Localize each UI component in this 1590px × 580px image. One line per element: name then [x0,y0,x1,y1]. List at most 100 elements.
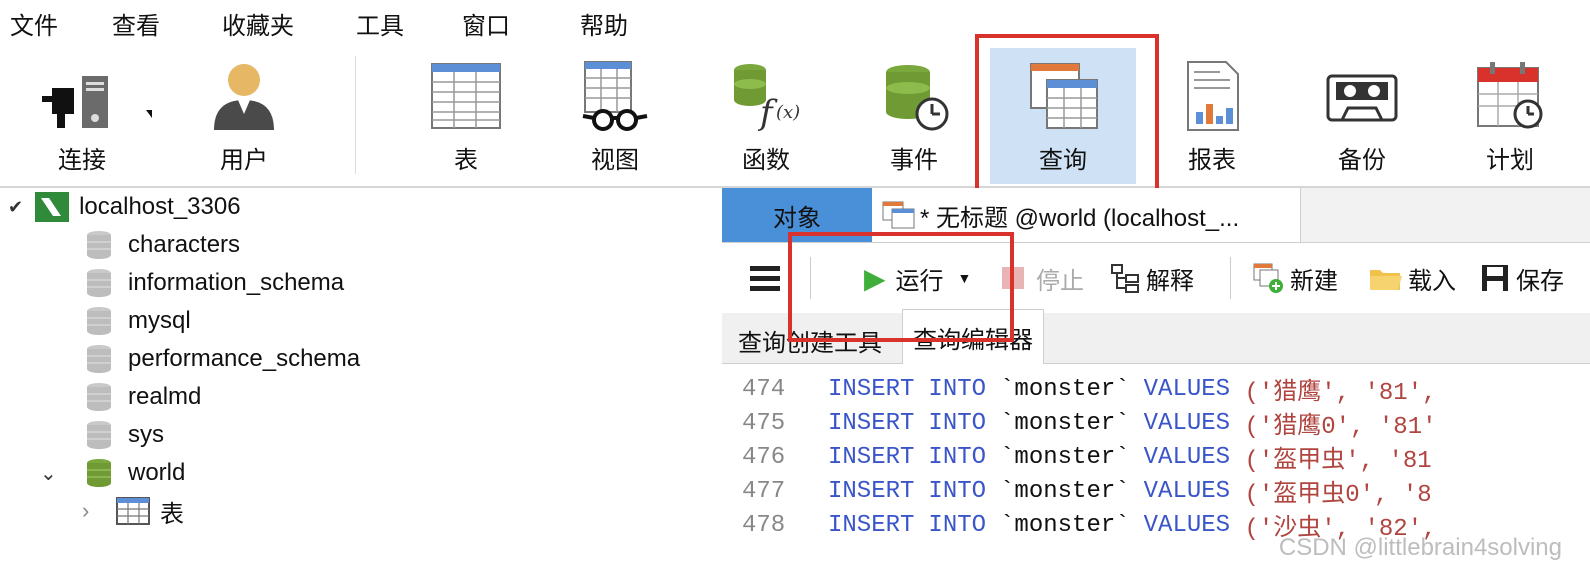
play-icon: ▶ [864,262,886,294]
new-query-button[interactable]: 新建 [1252,243,1338,313]
caret-down-icon[interactable]: ▼ [958,270,972,286]
run-button[interactable]: ▶ 运行 ▼ [864,243,971,313]
chevron-right-icon[interactable]: › [82,498,116,524]
save-button[interactable]: 保存 [1480,243,1564,313]
function-button[interactable]: f (x) 函数 [696,48,836,184]
backup-icon [1326,74,1398,122]
event-button[interactable]: 事件 [844,48,984,184]
save-label: 保存 [1516,267,1564,295]
sql-keyword: INTO [928,443,987,471]
main-toolbar: 连接 用户 表 视图 f (x) 函数 事件 查询 报表 备份 计划 [0,48,1590,188]
backup-button[interactable]: 备份 [1292,48,1432,184]
db-label: world [128,459,186,486]
schedule-button[interactable]: 计划 [1440,48,1580,184]
menu-view[interactable]: 查看 [112,6,160,41]
menu-file[interactable]: 文件 [10,6,58,41]
sql-keyword: INSERT [828,375,915,403]
tab-objects[interactable]: 对象 [722,188,872,242]
toolbar-separator [810,257,811,299]
tree-db-world[interactable]: ⌄ world [40,454,185,492]
code-line: 477 INSERT INTO `monster` VALUES ('盔甲虫0'… [722,474,1432,510]
function-label: 函数 [742,147,790,174]
tree-db-characters[interactable]: characters [86,226,240,264]
query-toolbar: ▶ 运行 ▼ 停止 解释 新建 载入 保存 [722,243,1590,313]
sql-values: ('猎鹰', '81', [1230,380,1437,407]
tree-connection[interactable]: ✔ localhost_3306 [8,188,241,226]
toolbar-separator [355,56,356,174]
tab-bar: 对象 * 无标题 @world (localhost_... [722,188,1590,243]
line-number: 477 [742,477,786,505]
plug-icon [42,76,152,128]
tree-db-information-schema[interactable]: information_schema [86,264,344,302]
svg-text:f: f [757,93,778,133]
view-label: 视图 [591,147,639,174]
explain-icon [1111,264,1139,293]
database-green-icon [87,459,111,487]
sql-values: ('猎鹰0', '81' [1230,414,1437,441]
stop-button[interactable]: 停止 [1002,243,1084,313]
tree-db-realmd[interactable]: realmd [86,378,201,416]
hamburger-menu-button[interactable] [750,243,780,313]
mysql-connection-icon [35,192,70,222]
db-label: information_schema [128,269,345,296]
sql-table-name: `monster` [1000,409,1130,437]
tree-db-mysql[interactable]: mysql [86,302,191,340]
new-query-icon [1253,263,1283,293]
new-label: 新建 [1290,267,1338,295]
save-icon [1482,265,1508,291]
query-panel: 对象 * 无标题 @world (localhost_... ▶ 运行 ▼ 停止 [722,188,1590,580]
line-number: 478 [742,511,786,539]
connect-button[interactable]: 连接 [12,48,152,184]
user-button[interactable]: 用户 [174,48,314,184]
report-icon [1187,61,1239,131]
sql-keyword: VALUES [1143,477,1231,505]
sql-table-name: `monster` [1000,511,1130,539]
line-number: 476 [742,443,786,471]
backup-label: 备份 [1338,147,1386,174]
table-label: 表 [454,147,478,174]
sql-keyword: INTO [928,409,987,437]
sql-keyword: INTO [928,511,987,539]
menu-window[interactable]: 窗口 [462,6,510,41]
sql-table-name: `monster` [1000,443,1130,471]
query-label: 查询 [1039,147,1087,174]
load-button[interactable]: 载入 [1368,243,1456,313]
tab-query-label: * 无标题 @world (localhost_... [920,204,1240,232]
tab-query-untitled[interactable]: * 无标题 @world (localhost_... [872,188,1301,242]
menu-help[interactable]: 帮助 [580,6,628,41]
sql-keyword: INTO [928,477,987,505]
database-icon [87,307,111,335]
tree-db-sys[interactable]: sys [86,416,164,454]
connect-label: 连接 [58,147,106,174]
view-button[interactable]: 视图 [545,48,685,184]
db-label: sys [128,421,164,448]
database-icon [87,383,111,411]
connection-label: localhost_3306 [79,193,241,220]
tree-tables[interactable]: › 表 [82,492,184,530]
editor-subtabs: 查询创建工具 查询编辑器 [722,309,1590,364]
menu-tools[interactable]: 工具 [356,6,404,41]
table-button[interactable]: 表 [396,48,536,184]
db-label: realmd [128,383,202,410]
sql-values: ('盔甲虫', '81 [1230,448,1432,475]
sql-keyword: VALUES [1143,409,1231,437]
menu-favorites[interactable]: 收藏夹 [222,6,294,41]
function-icon: f (x) [734,64,800,133]
sql-keyword: INSERT [828,511,915,539]
database-icon [87,231,111,259]
db-label: mysql [128,307,191,334]
chevron-down-icon[interactable]: ⌄ [40,461,86,486]
tree-db-performance-schema[interactable]: performance_schema [86,340,360,378]
sql-keyword: VALUES [1143,511,1231,539]
tab-query-builder[interactable]: 查询创建工具 [728,317,892,363]
database-icon [87,269,111,297]
hamburger-icon [750,266,780,291]
sql-table-name: `monster` [1000,477,1130,505]
report-button[interactable]: 报表 [1142,48,1282,184]
query-button[interactable]: 查询 [990,48,1136,184]
database-icon [87,345,111,373]
expanded-check-icon: ✔ [8,196,24,217]
explain-button[interactable]: 解释 [1110,243,1194,313]
tab-query-editor[interactable]: 查询编辑器 [902,309,1044,364]
calendar-icon [1477,62,1543,129]
